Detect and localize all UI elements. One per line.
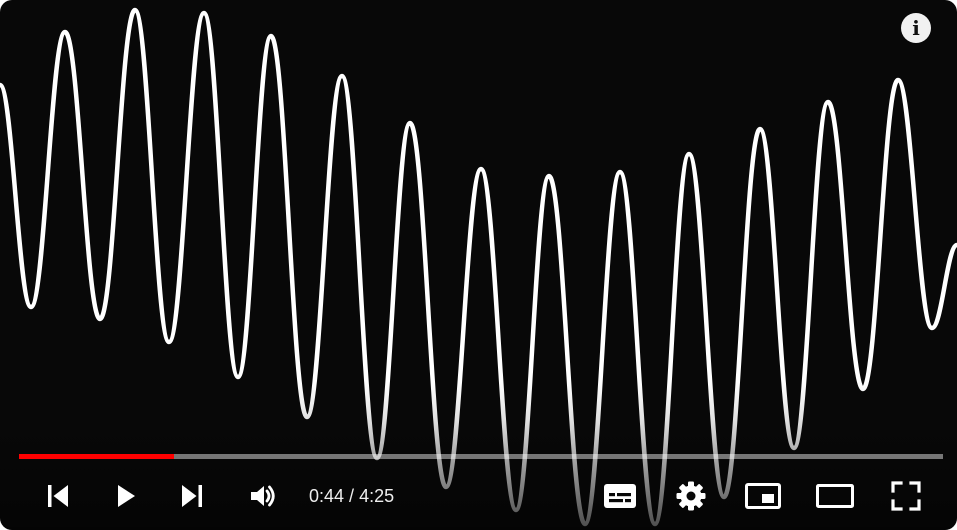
subtitles-button[interactable]: [598, 470, 642, 522]
miniplayer-button[interactable]: [740, 470, 786, 522]
volume-icon: [251, 485, 275, 507]
video-player[interactable]: i 0:44 / 4:25: [0, 0, 957, 530]
play-icon: [118, 485, 135, 507]
fullscreen-button[interactable]: [884, 470, 928, 522]
theater-mode-icon: [816, 484, 854, 508]
progress-bar[interactable]: [19, 454, 943, 459]
miniplayer-icon: [745, 483, 781, 509]
next-button[interactable]: [172, 470, 212, 522]
subtitles-icon: [604, 484, 636, 508]
time-display: 0:44 / 4:25: [309, 470, 394, 522]
fullscreen-icon: [891, 481, 921, 511]
control-bar: 0:44 / 4:25: [0, 470, 957, 522]
progress-played: [19, 454, 175, 459]
video-frame: [0, 7, 957, 527]
previous-icon: [48, 485, 68, 507]
theater-mode-button[interactable]: [812, 470, 858, 522]
current-time: 0:44: [309, 485, 345, 506]
duration: 4:25: [359, 485, 395, 506]
play-button[interactable]: [106, 470, 146, 522]
waveform-line: [0, 7, 957, 527]
settings-button[interactable]: [670, 470, 712, 522]
info-icon: i: [912, 16, 920, 40]
time-separator: /: [344, 485, 360, 506]
info-button[interactable]: i: [901, 13, 931, 43]
next-icon: [182, 485, 202, 507]
previous-button[interactable]: [38, 470, 78, 522]
settings-gear-icon: [676, 481, 706, 511]
mute-button[interactable]: [242, 470, 284, 522]
